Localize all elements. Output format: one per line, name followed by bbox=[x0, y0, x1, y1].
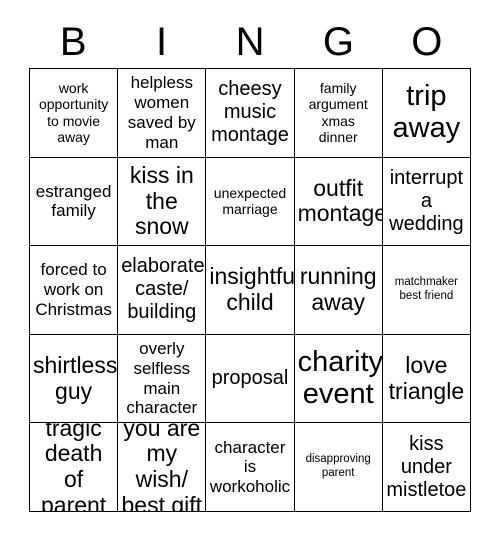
bingo-cell-label: you are my wish/ best gift bbox=[121, 423, 203, 512]
bingo-cell-b3[interactable]: forced to work on Christmas bbox=[30, 246, 119, 335]
bingo-cell-label: cheesy music montage bbox=[211, 78, 289, 147]
bingo-cell-g1[interactable]: family argument xmas dinner bbox=[294, 69, 383, 158]
bingo-cell-label: forced to work on Christmas bbox=[35, 260, 112, 319]
bingo-cell-g5[interactable]: disapproving parent bbox=[294, 423, 383, 512]
bingo-cell-label: shirtless guy bbox=[33, 351, 118, 404]
bingo-cell-label: love triangle bbox=[388, 351, 465, 404]
bingo-cell-label: tragic death of parent bbox=[40, 423, 107, 512]
bingo-cell-n4[interactable]: proposal bbox=[206, 334, 295, 424]
bingo-cell-n1[interactable]: cheesy music montage bbox=[206, 69, 295, 158]
bingo-letter-o: O bbox=[411, 20, 443, 64]
bingo-cell-b1[interactable]: work opportunity to movie away bbox=[30, 69, 119, 158]
bingo-cell-label: unexpected marriage bbox=[213, 184, 287, 218]
bingo-cell-i3[interactable]: elaborate caste/ building bbox=[118, 246, 207, 335]
bingo-cell-b4[interactable]: shirtless guy bbox=[30, 334, 119, 424]
bingo-cell-label: kiss under mistletoe bbox=[386, 432, 467, 501]
bingo-cell-i1[interactable]: helpless women saved by man bbox=[118, 69, 207, 158]
bingo-cell-label: charity event bbox=[297, 345, 383, 410]
bingo-cell-n2[interactable]: unexpected marriage bbox=[206, 157, 295, 247]
bingo-cell-o2[interactable]: interrupt a wedding bbox=[382, 157, 471, 247]
bingo-cell-o3[interactable]: matchmaker best friend bbox=[382, 246, 471, 335]
bingo-cell-label: character is workoholic bbox=[209, 437, 291, 497]
bingo-letter-b: B bbox=[59, 20, 87, 64]
bingo-cell-label: matchmaker best friend bbox=[394, 276, 459, 302]
bingo-letter-g: G bbox=[322, 20, 354, 64]
bingo-title-row: B I N G O bbox=[29, 16, 471, 68]
bingo-cell-b5[interactable]: tragic death of parent bbox=[30, 423, 119, 512]
bingo-cell-label: outfit montage bbox=[297, 174, 383, 227]
bingo-cell-o1[interactable]: trip away bbox=[382, 69, 471, 158]
bingo-grid: work opportunity to movie away helpless … bbox=[29, 68, 471, 512]
bingo-cell-label: interrupt a wedding bbox=[389, 166, 464, 235]
bingo-cell-b2[interactable]: estranged family bbox=[30, 157, 119, 247]
bingo-cell-g4[interactable]: charity event bbox=[294, 334, 383, 424]
bingo-letter-n: N bbox=[235, 20, 265, 64]
bingo-cell-o4[interactable]: love triangle bbox=[382, 334, 471, 424]
bingo-cell-label: elaborate caste/ building bbox=[121, 255, 205, 324]
bingo-cell-label: insightful child bbox=[209, 263, 295, 315]
bingo-cell-label: estranged family bbox=[35, 181, 112, 221]
bingo-cell-label: family argument xmas dinner bbox=[308, 79, 368, 146]
bingo-cell-label: disapproving parent bbox=[305, 453, 371, 480]
bingo-cell-label: trip away bbox=[392, 79, 461, 144]
bingo-cell-g3[interactable]: running away bbox=[294, 246, 383, 335]
bingo-cell-i2[interactable]: kiss in the snow bbox=[118, 157, 207, 247]
bingo-cell-i4[interactable]: overly selfless main character bbox=[118, 334, 207, 424]
bingo-cell-label: running away bbox=[299, 263, 377, 315]
bingo-cell-n3[interactable]: insightful child bbox=[206, 246, 295, 335]
bingo-letter-i: I bbox=[156, 20, 168, 64]
bingo-card: B I N G O work opportunity to movie away… bbox=[0, 0, 500, 544]
bingo-cell-g2[interactable]: outfit montage bbox=[294, 157, 383, 247]
bingo-cell-label: work opportunity to movie away bbox=[38, 79, 109, 146]
bingo-cell-label: overly selfless main character bbox=[126, 339, 198, 418]
bingo-cell-o5[interactable]: kiss under mistletoe bbox=[382, 423, 471, 512]
bingo-cell-label: kiss in the snow bbox=[129, 161, 194, 240]
bingo-cell-n5[interactable]: character is workoholic bbox=[206, 423, 295, 512]
bingo-cell-label: helpless women saved by man bbox=[127, 73, 196, 152]
bingo-cell-label: proposal bbox=[211, 367, 289, 390]
bingo-cell-i5[interactable]: you are my wish/ best gift bbox=[118, 423, 207, 512]
